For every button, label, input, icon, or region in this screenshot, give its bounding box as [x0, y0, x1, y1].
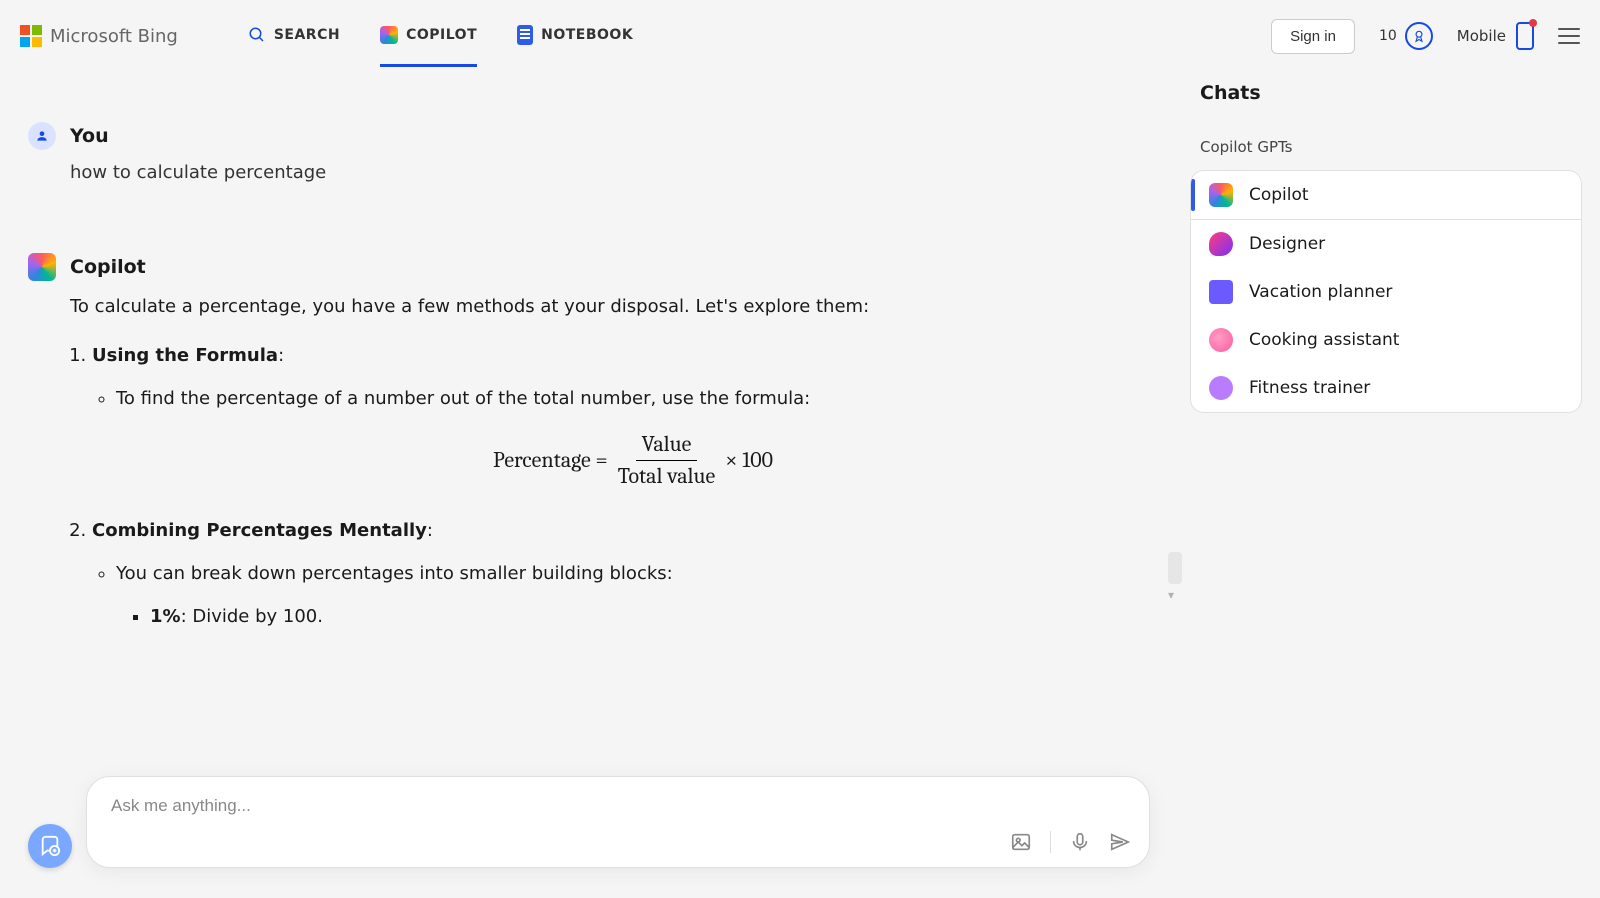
- conversation: You how to calculate percentage Copilot …: [28, 72, 1150, 748]
- gpt-item-vacation[interactable]: Vacation planner: [1191, 268, 1581, 316]
- percentage-formula: Percentage = Value Total value × 100: [116, 431, 1150, 489]
- mobile-label: Mobile: [1457, 27, 1506, 45]
- menu-button[interactable]: [1558, 28, 1580, 44]
- copilot-icon: [380, 26, 398, 44]
- tab-copilot-label: COPILOT: [406, 27, 477, 43]
- gpt-list: Copilot Designer Vacation planner Cooking a…: [1190, 170, 1582, 413]
- sidebar: Chats Copilot GPTs Copilot Designer Vacati…: [1190, 72, 1600, 898]
- main: You how to calculate percentage Copilot …: [0, 72, 1600, 898]
- sidebar-section-label: Copilot GPTs: [1200, 138, 1582, 156]
- nav-tabs: SEARCH COPILOT NOTEBOOK: [248, 5, 633, 68]
- designer-icon: [1209, 232, 1233, 256]
- send-icon: [1109, 831, 1131, 853]
- user-avatar-icon: [28, 122, 56, 150]
- microsoft-icon: [20, 25, 42, 47]
- image-icon: [1010, 831, 1032, 853]
- tab-notebook[interactable]: NOTEBOOK: [517, 5, 633, 68]
- copilot-avatar-icon: [28, 253, 56, 281]
- new-topic-button[interactable]: [28, 824, 72, 868]
- phone-icon: [1516, 22, 1534, 50]
- bing-logo[interactable]: Microsoft Bing: [20, 25, 178, 47]
- user-message-text: how to calculate percentage: [70, 162, 1150, 183]
- vacation-icon: [1209, 280, 1233, 304]
- cooking-icon: [1209, 328, 1233, 352]
- formula-rhs: × 100: [725, 443, 773, 478]
- item2-title: Combining Percentages Mentally: [92, 520, 427, 541]
- input-area: [28, 776, 1150, 868]
- rewards[interactable]: 10: [1379, 22, 1433, 50]
- copilot-intro: To calculate a percentage, you have a fe…: [70, 293, 1150, 322]
- item2-bullet: You can break down percentages into smal…: [116, 560, 1150, 632]
- mobile-link[interactable]: Mobile: [1457, 22, 1534, 50]
- formula-lhs: Percentage =: [493, 443, 608, 478]
- chat-input-box[interactable]: [86, 776, 1150, 868]
- mic-button[interactable]: [1069, 831, 1091, 853]
- fitness-icon: [1209, 376, 1233, 400]
- brand-text: Microsoft Bing: [50, 26, 178, 47]
- gpt-item-label: Vacation planner: [1249, 282, 1392, 302]
- gpt-item-cooking[interactable]: Cooking assistant: [1191, 316, 1581, 364]
- chat-area: You how to calculate percentage Copilot …: [0, 72, 1190, 898]
- header: Microsoft Bing SEARCH COPILOT NOTEBOOK S…: [0, 0, 1600, 72]
- gpt-item-fitness[interactable]: Fitness trainer: [1191, 364, 1581, 412]
- send-button[interactable]: [1109, 831, 1131, 853]
- chat-plus-icon: [39, 835, 61, 857]
- gpt-item-label: Copilot: [1249, 185, 1309, 205]
- gpt-item-label: Cooking assistant: [1249, 330, 1399, 350]
- tab-copilot[interactable]: COPILOT: [380, 6, 477, 67]
- gpt-item-label: Designer: [1249, 234, 1325, 254]
- header-right: Sign in 10 Mobile: [1271, 19, 1580, 54]
- user-message: You how to calculate percentage: [28, 122, 1150, 183]
- tab-search-label: SEARCH: [274, 27, 340, 43]
- item1-bullet: To find the percentage of a number out o…: [116, 385, 1150, 490]
- rewards-points: 10: [1379, 28, 1397, 44]
- tab-search[interactable]: SEARCH: [248, 6, 340, 67]
- gpt-item-designer[interactable]: Designer: [1191, 220, 1581, 268]
- signin-button[interactable]: Sign in: [1271, 19, 1355, 54]
- item1-title: Using the Formula: [92, 345, 278, 366]
- copilot-icon: [1209, 183, 1233, 207]
- formula-numerator: Value: [636, 431, 698, 460]
- list-item-2: Combining Percentages Mentally: You can …: [92, 517, 1150, 631]
- search-icon: [248, 26, 266, 44]
- formula-denominator: Total value: [618, 461, 715, 489]
- rewards-icon: [1405, 22, 1433, 50]
- copilot-message: Copilot To calculate a percentage, you h…: [28, 253, 1150, 632]
- microphone-icon: [1069, 831, 1091, 853]
- image-upload-button[interactable]: [1010, 831, 1032, 853]
- gpt-item-label: Fitness trainer: [1249, 378, 1370, 398]
- tab-notebook-label: NOTEBOOK: [541, 27, 633, 43]
- notebook-icon: [517, 25, 533, 45]
- list-item-1: Using the Formula: To find the percentag…: [92, 342, 1150, 489]
- chat-input[interactable]: [109, 795, 1127, 817]
- pause-indicator[interactable]: [1168, 552, 1182, 584]
- sidebar-title: Chats: [1200, 82, 1582, 104]
- copilot-label: Copilot: [70, 256, 146, 278]
- gpt-item-copilot[interactable]: Copilot: [1191, 171, 1581, 220]
- divider: [1050, 831, 1051, 853]
- sub-bullet-1pct: 1%: Divide by 100.: [150, 603, 1150, 632]
- user-label: You: [70, 125, 109, 147]
